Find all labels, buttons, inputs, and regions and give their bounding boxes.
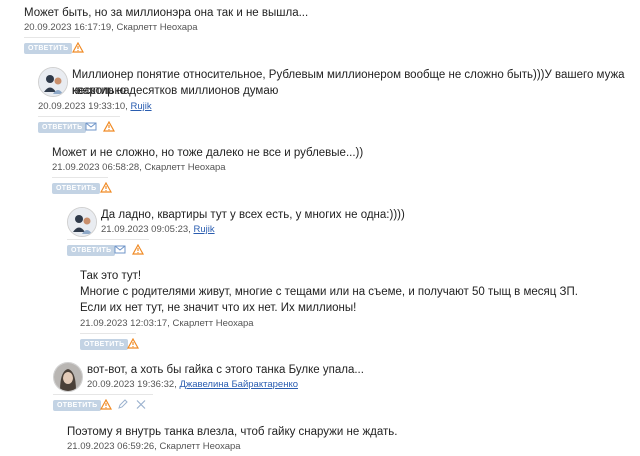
comment-date: 21.09.2023 09:05:23,: [101, 224, 191, 235]
comment-date: 21.09.2023 06:58:28,: [52, 162, 142, 173]
comment-author: Скарлетт Неохара: [159, 441, 241, 452]
comment-1-text: Может быть, но за миллионэра она так и н…: [24, 7, 309, 19]
comment-6-text: вот-вот, а хоть бы гайка с этого танка Б…: [87, 364, 364, 376]
comment-date: 21.09.2023 06:59:26,: [67, 441, 157, 452]
comment-7-text: Поэтому я внутрь танка влезла, чтоб гайк…: [67, 426, 398, 438]
report-icon[interactable]: [72, 42, 84, 53]
report-icon[interactable]: [127, 338, 139, 349]
comment-date: 20.09.2023 19:36:32,: [87, 379, 177, 390]
avatar[interactable]: [67, 207, 97, 237]
comment-5-line1: Так это тут!: [80, 270, 142, 282]
avatar[interactable]: [38, 67, 68, 97]
comment-5-line3: Если их нет тут, не значит что их нет. И…: [80, 302, 357, 314]
delete-icon[interactable]: [135, 399, 147, 410]
comment-2-text-line2: несколько десятков миллионов думаю: [72, 85, 279, 97]
comment-1-meta: 20.09.2023 16:17:19, Скарлетт Неохара: [24, 22, 198, 34]
comment-5-line2: Многие с родителями живут, многие с теща…: [80, 286, 578, 298]
report-icon[interactable]: [100, 182, 112, 193]
author-link[interactable]: Rujik: [130, 101, 151, 112]
comment-6-meta: 20.09.2023 19:36:32, Джавелина Байрактар…: [87, 379, 298, 391]
report-icon[interactable]: [100, 399, 112, 410]
divider: [52, 177, 108, 178]
comment-author: Скарлетт Неохара: [172, 318, 254, 329]
comment-7-meta: 21.09.2023 06:59:26, Скарлетт Неохара: [67, 441, 241, 453]
edit-icon[interactable]: [117, 399, 129, 410]
reply-button[interactable]: ОТВЕТИТЬ: [24, 43, 73, 54]
comment-3-meta: 21.09.2023 06:58:28, Скарлетт Неохара: [52, 162, 226, 174]
comment-date: 20.09.2023 16:17:19,: [24, 22, 114, 33]
comment-date: 20.09.2023 19:33:10,: [38, 101, 128, 112]
comment-date: 21.09.2023 12:03:17,: [80, 318, 170, 329]
divider: [80, 333, 136, 334]
avatar[interactable]: [53, 362, 83, 392]
author-link[interactable]: Джавелина Байрактаренко: [179, 379, 298, 390]
author-link[interactable]: Rujik: [193, 224, 214, 235]
divider: [38, 116, 120, 117]
reply-button[interactable]: ОТВЕТИТЬ: [38, 122, 87, 133]
comment-4-meta: 21.09.2023 09:05:23, Rujik: [101, 224, 215, 236]
divider: [24, 37, 80, 38]
report-icon[interactable]: [103, 121, 115, 132]
comment-2-meta: 20.09.2023 19:33:10, Rujik: [38, 101, 152, 113]
comment-5-meta: 21.09.2023 12:03:17, Скарлетт Неохара: [80, 318, 254, 330]
comment-author: Скарлетт Неохара: [144, 162, 226, 173]
message-icon[interactable]: [85, 121, 97, 132]
message-icon[interactable]: [114, 244, 126, 255]
reply-button[interactable]: ОТВЕТИТЬ: [52, 183, 101, 194]
reply-button[interactable]: ОТВЕТИТЬ: [53, 400, 102, 411]
divider: [53, 394, 153, 395]
reply-button[interactable]: ОТВЕТИТЬ: [80, 339, 129, 350]
reply-button[interactable]: ОТВЕТИТЬ: [67, 245, 116, 256]
comment-3-text: Может и не сложно, но тоже далеко не все…: [52, 147, 364, 159]
report-icon[interactable]: [132, 244, 144, 255]
divider: [67, 239, 149, 240]
comment-author: Скарлетт Неохара: [116, 22, 198, 33]
comment-4-text: Да ладно, квартиры тут у всех есть, у мн…: [101, 209, 405, 221]
